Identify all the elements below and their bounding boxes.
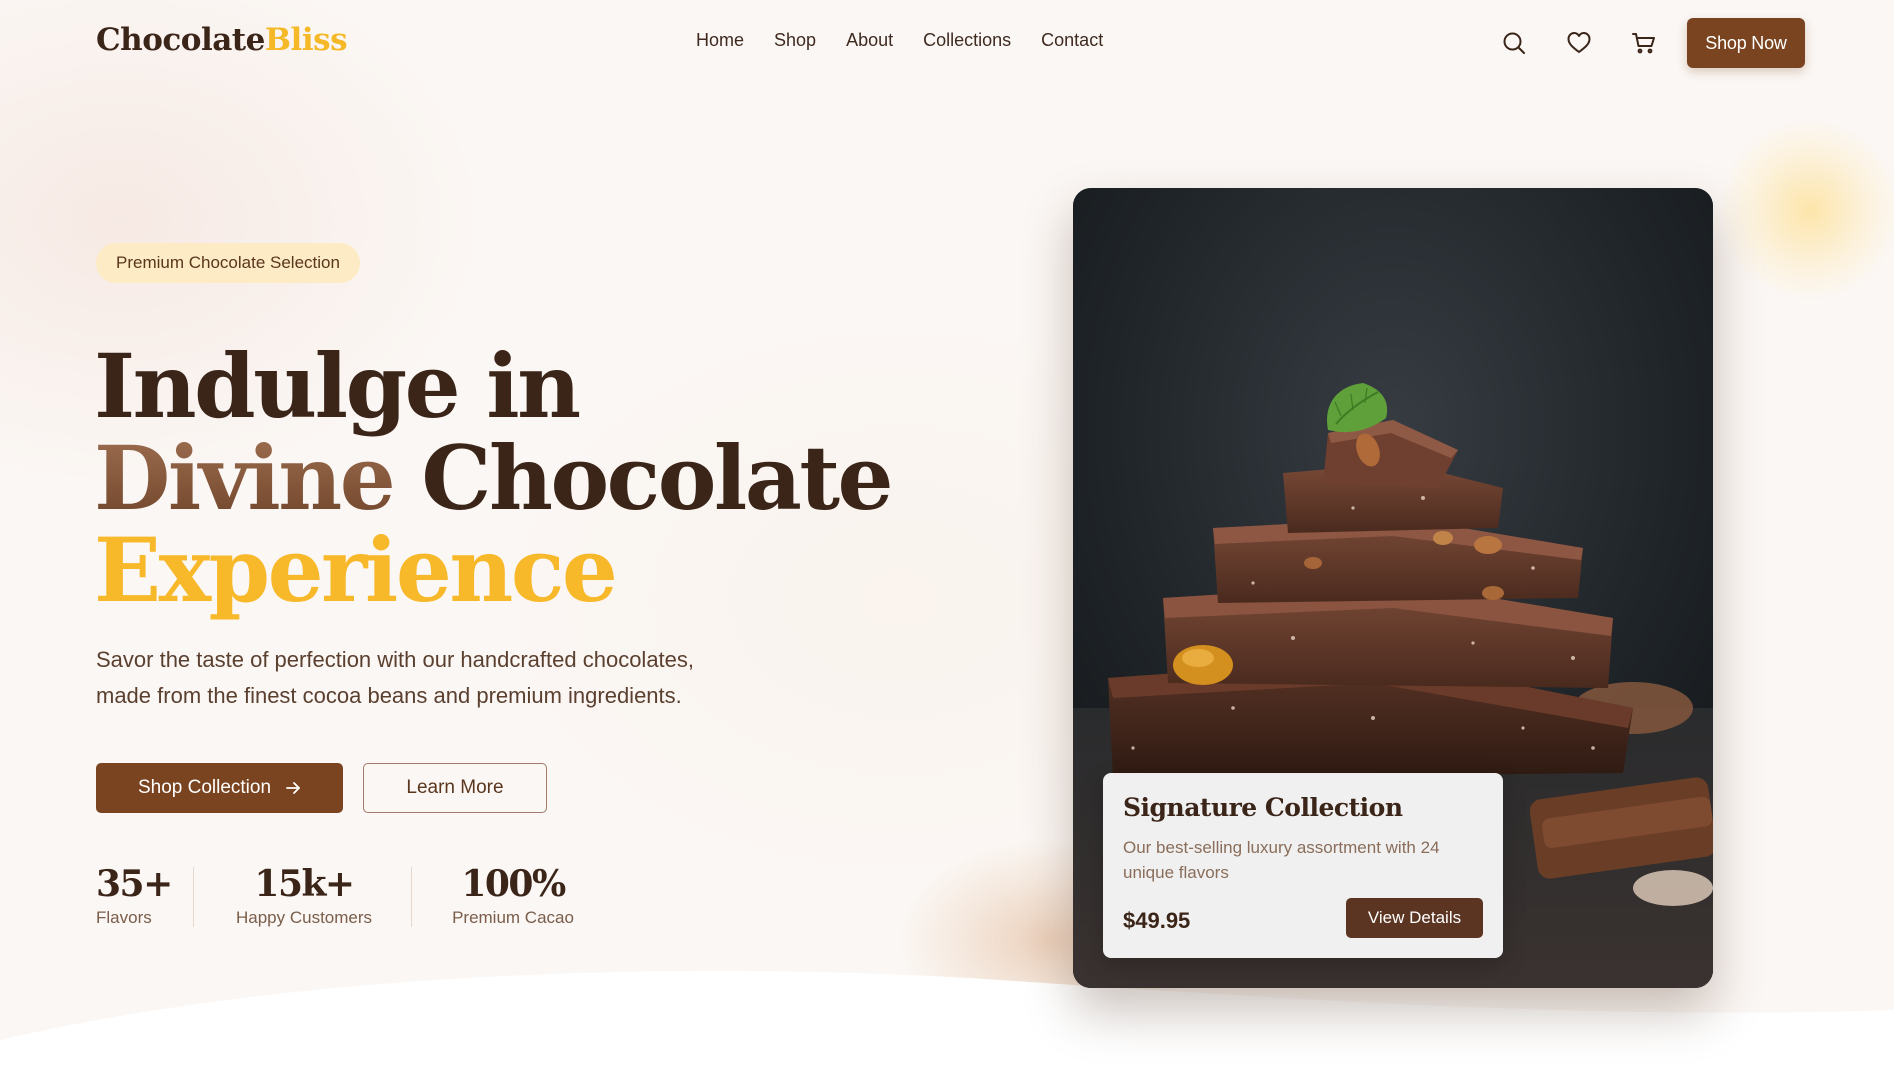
decorative-glow-yellow xyxy=(1720,120,1894,300)
nav-link-collections[interactable]: Collections xyxy=(923,30,1011,51)
product-price: $49.95 xyxy=(1123,908,1191,933)
stat-divider xyxy=(411,867,412,927)
stat-value: 35+ xyxy=(96,863,173,905)
brand-logo[interactable]: ChocolateBliss xyxy=(96,22,348,58)
hero-product-card: Signature Collection Our best-selling lu… xyxy=(1073,188,1713,988)
hero-badge: Premium Chocolate Selection xyxy=(96,243,360,283)
nav-link-contact[interactable]: Contact xyxy=(1041,30,1103,51)
hero-title: Indulge in Divine Chocolate Experience xyxy=(94,334,893,622)
hero-title-divine: Divine xyxy=(94,426,396,530)
stat-flavors: 35+ Flavors xyxy=(96,862,173,928)
stat-label: Premium Cacao xyxy=(452,908,574,927)
product-description: Our best-selling luxury assortment with … xyxy=(1123,838,1440,882)
main-nav: Home Shop About Collections Contact xyxy=(696,30,1103,51)
arrow-right-icon xyxy=(286,782,300,794)
view-details-button[interactable]: View Details xyxy=(1346,898,1483,938)
brand-name-part1: Chocolate xyxy=(96,22,265,58)
stat-label: Happy Customers xyxy=(235,908,373,927)
shop-now-button[interactable]: Shop Now xyxy=(1687,18,1805,68)
search-icon[interactable] xyxy=(1500,29,1528,57)
stat-label: Flavors xyxy=(96,908,152,927)
stat-customers: 15k+ Happy Customers xyxy=(234,862,374,928)
hero-description-line2: made from the finest cocoa beans and pre… xyxy=(96,683,682,708)
stat-value: 15k+ xyxy=(254,863,355,905)
hero-description: Savor the taste of perfection with our h… xyxy=(96,642,756,714)
learn-more-button[interactable]: Learn More xyxy=(363,763,547,813)
hero-title-line3: Experience xyxy=(94,518,618,622)
product-info-card: Signature Collection Our best-selling lu… xyxy=(1103,773,1503,958)
stat-value: 100% xyxy=(461,863,566,905)
stat-divider xyxy=(193,867,194,927)
product-title: Signature Collection xyxy=(1123,793,1403,822)
cart-icon[interactable] xyxy=(1630,29,1658,57)
nav-link-shop[interactable]: Shop xyxy=(774,30,816,51)
hero-title-line2: Divine Chocolate xyxy=(94,432,893,524)
nav-link-home[interactable]: Home xyxy=(696,30,744,51)
hero-description-line1: Savor the taste of perfection with our h… xyxy=(96,647,695,672)
brand-name-part2: Bliss xyxy=(264,22,348,58)
shop-collection-label: Shop Collection xyxy=(137,777,272,798)
shop-collection-button[interactable]: Shop Collection xyxy=(96,763,343,813)
nav-link-about[interactable]: About xyxy=(846,30,893,51)
site-header: ChocolateBliss Home Shop About Collectio… xyxy=(0,0,1894,88)
stat-cacao: 100% Premium Cacao xyxy=(451,862,575,928)
hero-title-line1: Indulge in xyxy=(94,334,581,438)
hero-title-chocolate: Chocolate xyxy=(421,426,893,530)
heart-icon[interactable] xyxy=(1565,29,1593,57)
